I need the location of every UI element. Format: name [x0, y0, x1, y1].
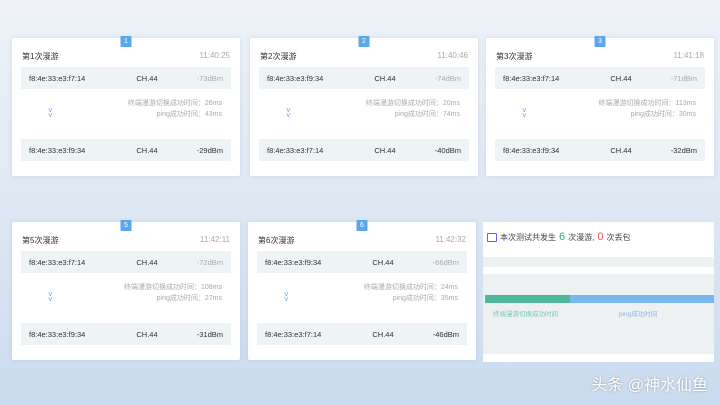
- channel: CH.44: [136, 73, 158, 83]
- loss-count: 0: [597, 231, 604, 243]
- roam-card: 6 第6次漫游 11:42:32 f8:4e:33:e3:f9:34 CH.44 -…: [248, 220, 476, 360]
- switch-time: 终端漫游切换成功时间：113ms: [598, 100, 697, 107]
- mac: f8:4e:33:e3:f7:14: [265, 329, 322, 339]
- signal: -74dBm: [434, 73, 461, 83]
- summary-mid: 次漫游,: [568, 232, 595, 242]
- mac: f8:4e:33:e3:f7:14: [267, 145, 324, 155]
- roam-title: 第1次漫游: [22, 52, 59, 61]
- roam-title: 第2次漫游: [260, 52, 297, 61]
- chevron-down-icon: ˅ ˅: [522, 106, 527, 120]
- channel: CH.44: [374, 73, 396, 83]
- ping-time-bar: [569, 295, 714, 303]
- signal: -71dBm: [670, 73, 697, 83]
- mac: f8:4e:33:e3:f7:14: [29, 73, 86, 83]
- roam-card: 5 第5次漫游 11:42:11 f8:4e:33:e3:f7:14 CH.44 -…: [12, 220, 240, 360]
- from-ap-row: f8:4e:33:e3:f7:14 CH.44 -73dBm: [21, 67, 231, 89]
- mac: f8:4e:33:e3:f7:14: [503, 73, 560, 83]
- channel: CH.44: [136, 145, 158, 155]
- mac: f8:4e:33:e3:f9:34: [29, 145, 86, 155]
- ping-time: ping成功时间：43ms: [156, 111, 222, 118]
- chevron-down-icon: ˅ ˅: [284, 290, 289, 304]
- mac: f8:4e:33:e3:f9:34: [503, 145, 560, 155]
- signal: -73dBm: [196, 73, 223, 83]
- channel: CH.44: [136, 329, 158, 339]
- roam-time: 11:42:11: [200, 235, 230, 244]
- mac: f8:4e:33:e3:f9:34: [267, 73, 324, 83]
- signal: -72dBm: [196, 257, 223, 267]
- roam-card: 2 第2次漫游 11:40:46 f8:4e:33:e3:f9:34 CH.44 -…: [250, 36, 478, 176]
- switch-time: 终端漫游切换成功时间：24ms: [363, 284, 458, 291]
- mac: f8:4e:33:e3:f9:34: [265, 257, 322, 267]
- ping-time: ping成功时间：35ms: [392, 295, 458, 302]
- roam-badge: 5: [120, 220, 132, 231]
- signal: -29dBm: [196, 145, 223, 155]
- signal: -32dBm: [670, 145, 697, 155]
- to-ap-row: f8:4e:33:e3:f9:34 CH.44 -31dBm: [21, 323, 231, 345]
- ping-time: ping成功时间：74ms: [394, 111, 460, 118]
- summary-prefix: 本次测试共发生: [500, 232, 556, 242]
- channel: CH.44: [136, 257, 158, 267]
- channel: CH.44: [372, 257, 394, 267]
- timing-bar: [485, 295, 714, 303]
- mac: f8:4e:33:e3:f7:14: [29, 257, 86, 267]
- switch-time: 终端漫游切换成功时间：20ms: [365, 100, 460, 107]
- channel: CH.44: [610, 145, 632, 155]
- to-ap-row: f8:4e:33:e3:f7:14 CH.44 -40dBm: [259, 139, 469, 161]
- channel: CH.44: [610, 73, 632, 83]
- signal: -40dBm: [434, 145, 461, 155]
- roam-count: 6: [559, 231, 566, 243]
- chevron-down-icon: ˅ ˅: [48, 290, 53, 304]
- legend-switch: 终端漫游切换成功时间: [493, 311, 558, 318]
- roam-badge: 2: [358, 36, 370, 47]
- signal: -31dBm: [196, 329, 223, 339]
- roam-badge: 1: [120, 36, 132, 47]
- channel: CH.44: [372, 329, 394, 339]
- roam-card: 1 第1次漫游 11:40:25 f8:4e:33:e3:f7:14 CH.44 -…: [12, 36, 240, 176]
- summary-suffix: 次丢包: [606, 232, 631, 242]
- roam-time: 11:40:46: [437, 51, 468, 60]
- switch-time: 终端漫游切换成功时间：26ms: [127, 100, 222, 107]
- from-ap-row: f8:4e:33:e3:f9:34 CH.44 -66dBm: [257, 251, 467, 273]
- to-ap-row: f8:4e:33:e3:f9:34 CH.44 -29dBm: [21, 139, 231, 161]
- from-ap-row: f8:4e:33:e3:f7:14 CH.44 -72dBm: [21, 251, 231, 273]
- robot-icon: [487, 232, 497, 242]
- from-ap-row: f8:4e:33:e3:f7:14 CH.44 -71dBm: [495, 67, 705, 89]
- legend-ping: ping成功时间: [619, 311, 658, 318]
- roam-title: 第5次漫游: [22, 236, 59, 245]
- signal: -46dBm: [432, 329, 459, 339]
- roam-time: 11:40:25: [199, 51, 230, 60]
- switch-time: 终端漫游切换成功时间：108ms: [123, 284, 222, 291]
- ping-time: ping成功时间：27ms: [156, 295, 222, 302]
- signal: -66dBm: [432, 257, 459, 267]
- ping-time: ping成功时间：30ms: [630, 111, 696, 118]
- summary-card: 本次测试共发生 6 次漫游, 0 次丢包 终端漫游切换成功时间 ping成功时间: [483, 222, 714, 362]
- chevron-down-icon: ˅ ˅: [48, 106, 53, 120]
- roam-card: 3 第3次漫游 11:41:18 f8:4e:33:e3:f7:14 CH.44 -…: [486, 36, 714, 176]
- to-ap-row: f8:4e:33:e3:f7:14 CH.44 -46dBm: [257, 323, 467, 345]
- roam-time: 11:42:32: [435, 235, 466, 244]
- roam-time: 11:41:18: [673, 51, 704, 60]
- watermark: 头条 @神水仙鱼: [591, 377, 708, 394]
- roam-badge: 6: [356, 220, 368, 231]
- roam-title: 第6次漫游: [258, 236, 295, 245]
- channel: CH.44: [374, 145, 396, 155]
- switch-time-bar: [485, 295, 570, 303]
- roam-badge: 3: [594, 36, 606, 47]
- chevron-down-icon: ˅ ˅: [286, 106, 291, 120]
- from-ap-row: f8:4e:33:e3:f9:34 CH.44 -74dBm: [259, 67, 469, 89]
- roam-title: 第3次漫游: [496, 52, 533, 61]
- mac: f8:4e:33:e3:f9:34: [29, 329, 86, 339]
- to-ap-row: f8:4e:33:e3:f9:34 CH.44 -32dBm: [495, 139, 705, 161]
